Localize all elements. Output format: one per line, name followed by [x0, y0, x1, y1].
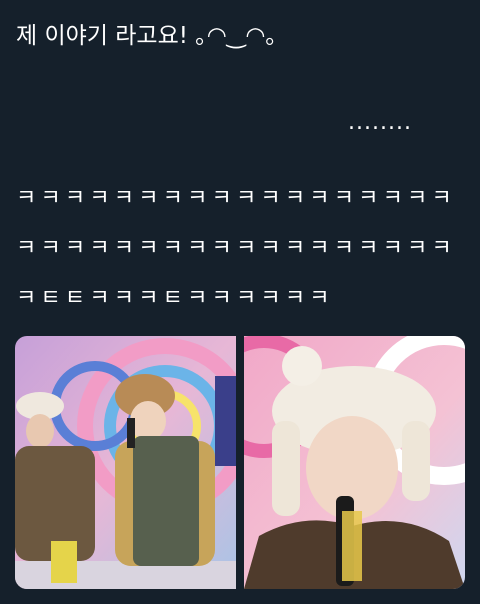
- media-photo-left[interactable]: [15, 336, 236, 589]
- tweet-laugh-line-1: ㅋㅋㅋㅋㅋㅋㅋㅋㅋㅋㅋㅋㅋㅋㅋㅋㅋㅋ: [16, 186, 456, 211]
- closeup-image: [244, 336, 465, 589]
- media-photo-right[interactable]: [244, 336, 465, 589]
- tweet-text-line1: 제 이야기 라고요! ｡◠‿◠｡: [16, 23, 277, 49]
- tweet-media-grid[interactable]: [15, 336, 465, 589]
- tweet: 제 이야기 라고요! ｡◠‿◠｡ ........ ㅋㅋㅋㅋㅋㅋㅋㅋㅋㅋㅋㅋㅋㅋ…: [0, 0, 480, 604]
- studio-scene-image: [15, 336, 236, 589]
- tweet-laugh-line-3: ㅋㅌㅌㅋㅋㅋㅌㅋㅋㅋㅋㅋㅋ: [16, 286, 334, 311]
- tweet-laugh-line-2: ㅋㅋㅋㅋㅋㅋㅋㅋㅋㅋㅋㅋㅋㅋㅋㅋㅋㅋ: [16, 236, 456, 261]
- tweet-text-dots: ........: [348, 110, 412, 135]
